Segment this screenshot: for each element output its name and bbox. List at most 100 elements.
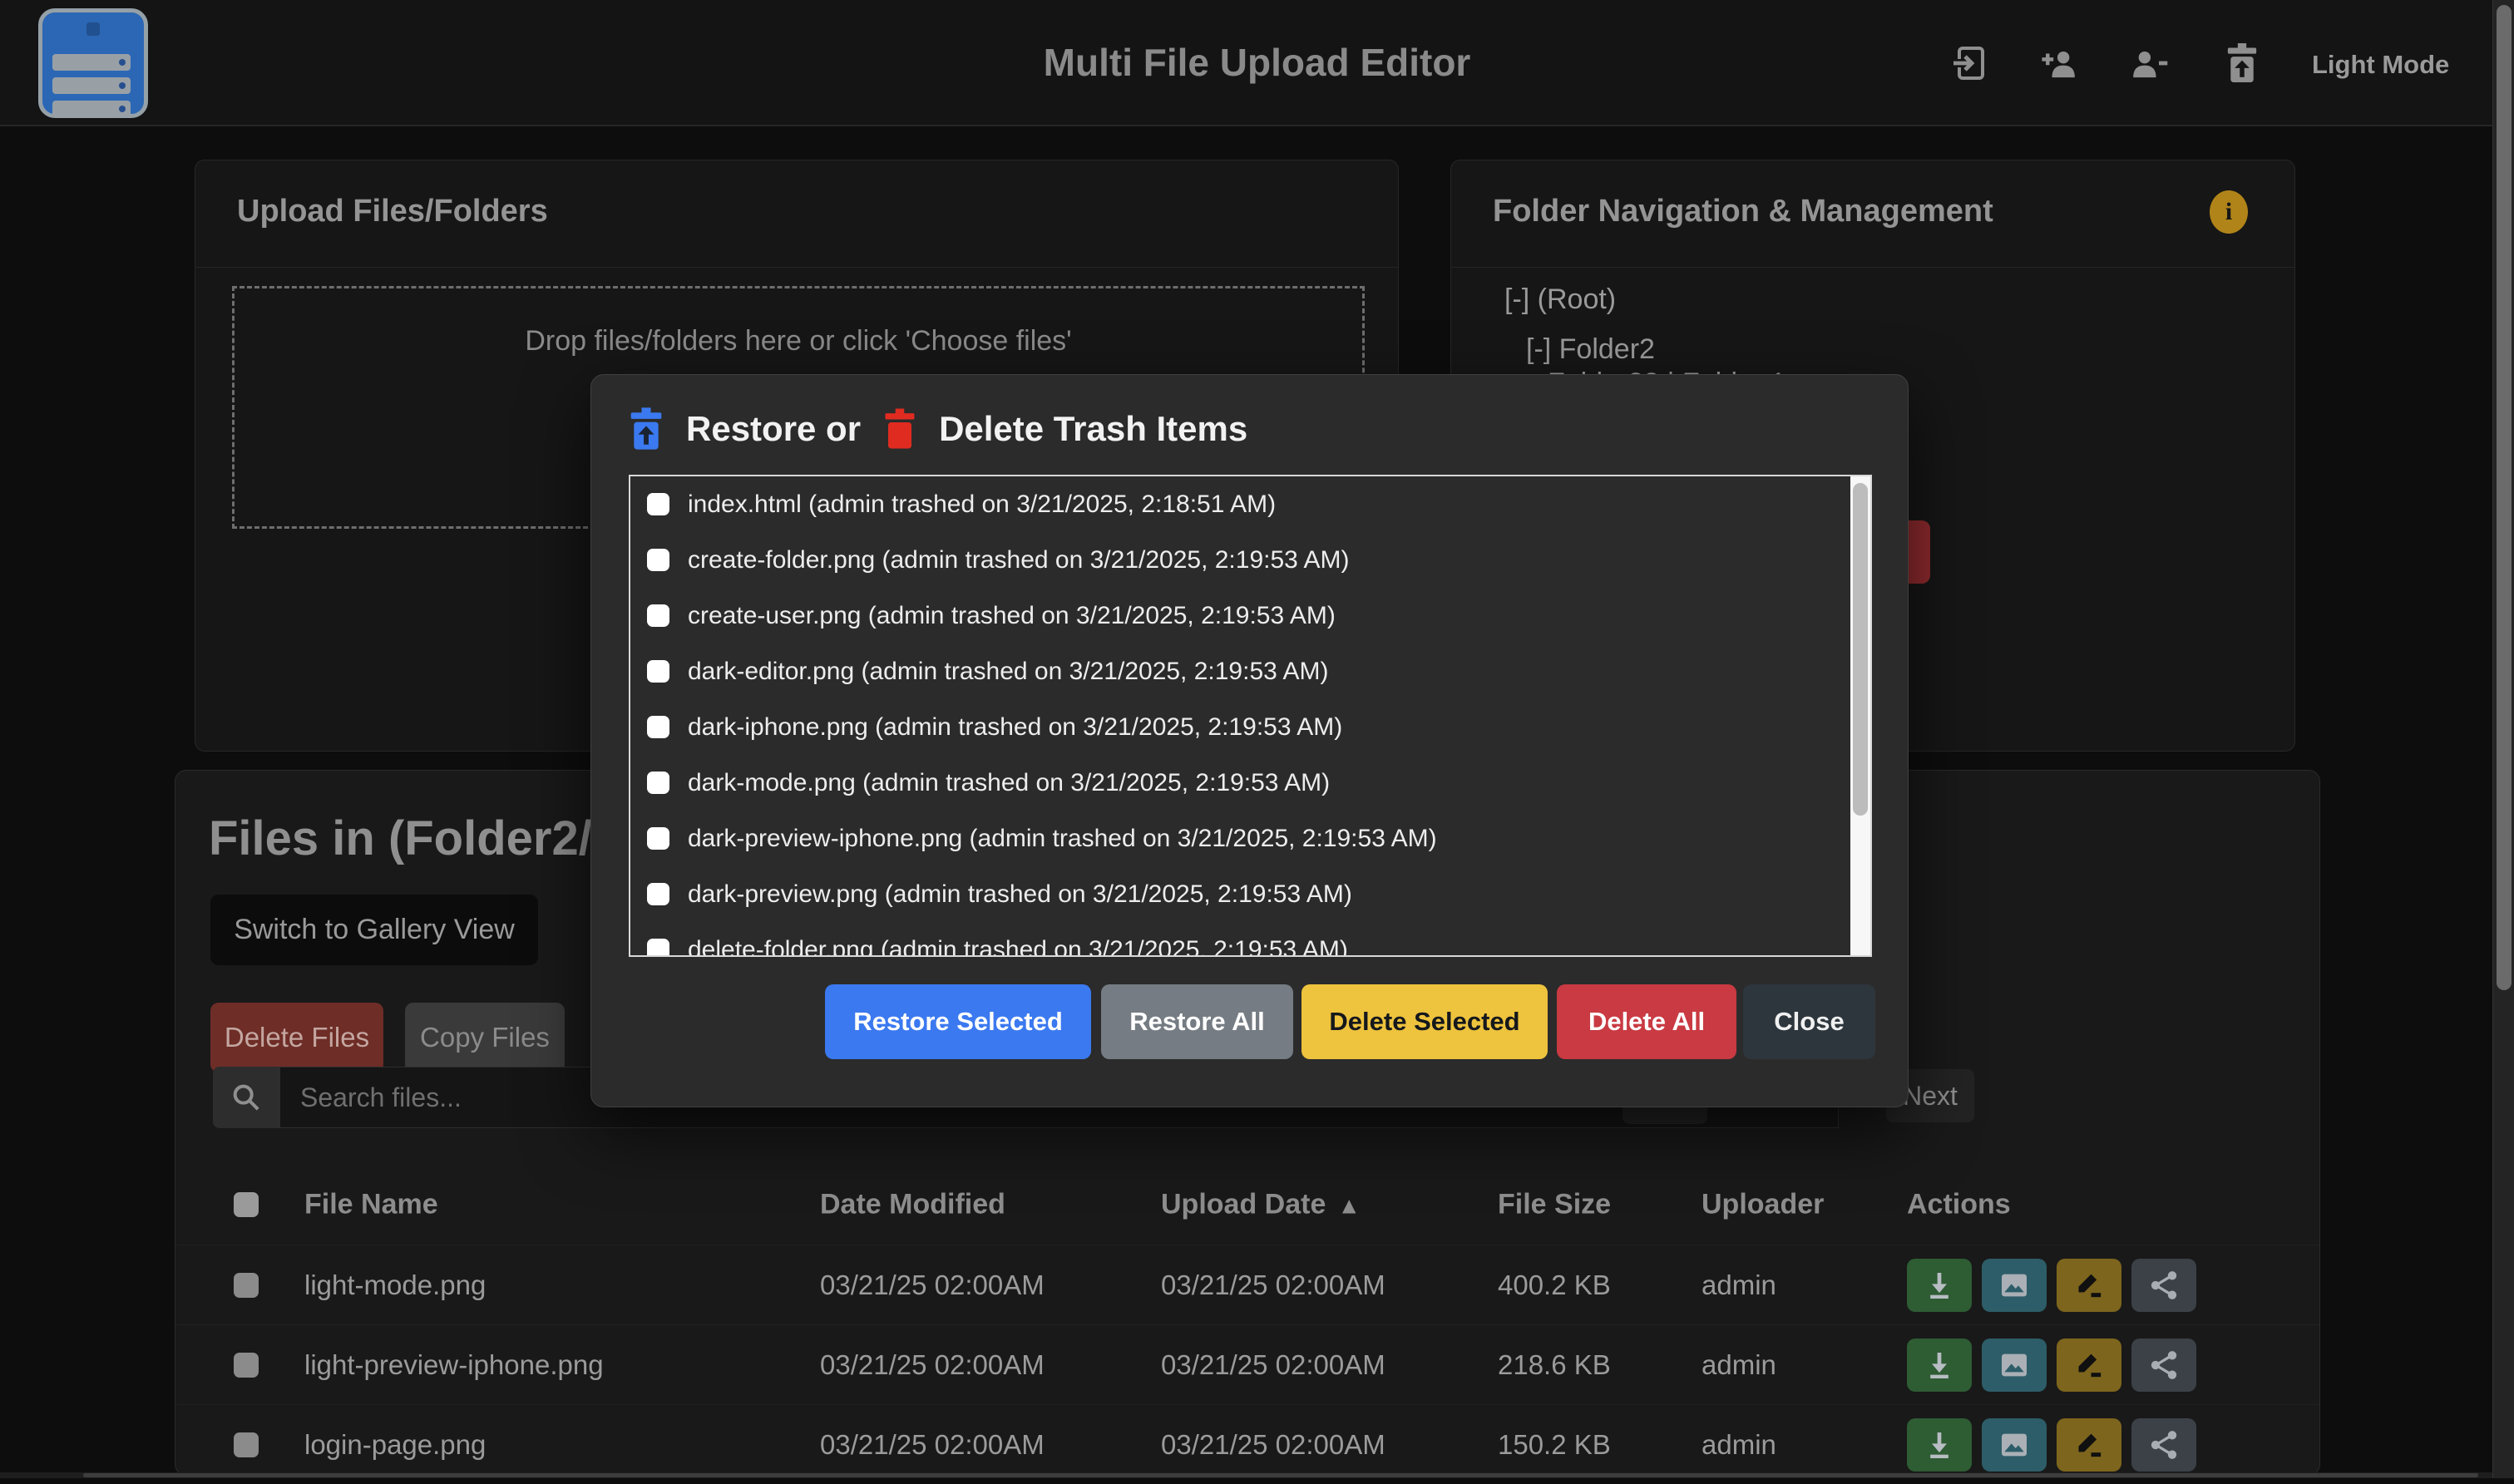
trash-list-item[interactable]: index.html (admin trashed on 3/21/2025, … bbox=[630, 476, 1870, 532]
col-upload-date[interactable]: Upload Date ▲ bbox=[1161, 1189, 1361, 1221]
item-label: dark-iphone.png (admin trashed on 3/21/2… bbox=[688, 713, 1342, 742]
login-icon[interactable] bbox=[1949, 43, 1989, 83]
trash-list-item[interactable]: dark-preview-iphone.png (admin trashed o… bbox=[630, 811, 1870, 866]
row-checkbox[interactable] bbox=[234, 1353, 259, 1378]
row-checkbox[interactable] bbox=[234, 1432, 259, 1457]
trash-list-item[interactable]: dark-mode.png (admin trashed on 3/21/202… bbox=[630, 755, 1870, 811]
edit-icon[interactable] bbox=[2057, 1418, 2121, 1472]
logo-bar bbox=[52, 77, 131, 94]
item-checkbox[interactable] bbox=[647, 827, 669, 850]
panel-divider bbox=[1451, 267, 2294, 268]
scrollbar-thumb[interactable] bbox=[83, 1473, 2478, 1477]
item-checkbox[interactable] bbox=[647, 549, 669, 571]
item-checkbox[interactable] bbox=[647, 939, 669, 957]
scrollbar-thumb[interactable] bbox=[1853, 483, 1868, 816]
item-checkbox[interactable] bbox=[647, 772, 669, 794]
switch-gallery-view-button[interactable]: Switch to Gallery View bbox=[210, 895, 538, 965]
close-button[interactable]: Close bbox=[1743, 984, 1875, 1059]
col-upload-date-label: Upload Date bbox=[1161, 1189, 1326, 1220]
uploader: admin bbox=[1702, 1270, 1776, 1301]
delete-all-button[interactable]: Delete All bbox=[1557, 984, 1736, 1059]
item-label: dark-preview-iphone.png (admin trashed o… bbox=[688, 825, 1437, 853]
trash-list-item[interactable]: dark-iphone.png (admin trashed on 3/21/2… bbox=[630, 699, 1870, 755]
files-section-title: Files in (Folder2/ bbox=[209, 811, 592, 866]
date-modified: 03/21/25 02:00AM bbox=[820, 1429, 1045, 1461]
restore-all-button[interactable]: Restore All bbox=[1101, 984, 1293, 1059]
trash-items-list: index.html (admin trashed on 3/21/2025, … bbox=[629, 475, 1872, 957]
image-icon[interactable] bbox=[1982, 1259, 2047, 1312]
share-icon[interactable] bbox=[2131, 1418, 2196, 1472]
item-checkbox[interactable] bbox=[647, 660, 669, 683]
sort-asc-icon: ▲ bbox=[1337, 1193, 1361, 1219]
item-label: dark-preview.png (admin trashed on 3/21/… bbox=[688, 880, 1352, 909]
restore-selected-button[interactable]: Restore Selected bbox=[825, 984, 1091, 1059]
trash-list-item[interactable]: dark-preview.png (admin trashed on 3/21/… bbox=[630, 866, 1870, 922]
upload-date: 03/21/25 02:00AM bbox=[1161, 1270, 1385, 1301]
select-all-checkbox[interactable] bbox=[234, 1192, 259, 1217]
col-file-size[interactable]: File Size bbox=[1498, 1189, 1611, 1221]
modal-list-scrollbar[interactable] bbox=[1850, 476, 1870, 955]
light-mode-toggle[interactable]: Light Mode bbox=[2312, 50, 2449, 80]
image-icon[interactable] bbox=[1982, 1418, 2047, 1472]
col-date-modified[interactable]: Date Modified bbox=[820, 1189, 1005, 1221]
page-scrollbar-horizontal[interactable] bbox=[0, 1472, 2492, 1478]
trash-list-item[interactable]: dark-editor.png (admin trashed on 3/21/2… bbox=[630, 643, 1870, 699]
copy-files-button[interactable]: Copy Files bbox=[405, 1003, 565, 1072]
file-size: 218.6 KB bbox=[1498, 1349, 1611, 1381]
restore-trash-icon bbox=[628, 406, 664, 452]
item-checkbox[interactable] bbox=[647, 604, 669, 627]
upload-date: 03/21/25 02:00AM bbox=[1161, 1349, 1385, 1381]
upload-panel-title: Upload Files/Folders bbox=[237, 194, 548, 229]
col-uploader[interactable]: Uploader bbox=[1702, 1189, 1824, 1221]
page-scrollbar-vertical[interactable] bbox=[2492, 0, 2514, 1478]
app-header: Multi File Upload Editor bbox=[0, 0, 2514, 126]
row-checkbox[interactable] bbox=[234, 1273, 259, 1298]
delete-selected-button[interactable]: Delete Selected bbox=[1301, 984, 1548, 1059]
date-modified: 03/21/25 02:00AM bbox=[820, 1349, 1045, 1381]
item-label: index.html (admin trashed on 3/21/2025, … bbox=[688, 491, 1276, 519]
item-label: dark-editor.png (admin trashed on 3/21/2… bbox=[688, 658, 1329, 686]
table-row: light-preview-iphone.png 03/21/25 02:00A… bbox=[175, 1324, 2319, 1404]
uploader: admin bbox=[1702, 1429, 1776, 1461]
file-size: 400.2 KB bbox=[1498, 1270, 1611, 1301]
tree-item-root[interactable]: [-] (Root) bbox=[1504, 283, 1616, 316]
info-icon[interactable]: i bbox=[2210, 190, 2248, 234]
share-icon[interactable] bbox=[2131, 1259, 2196, 1312]
date-modified: 03/21/25 02:00AM bbox=[820, 1270, 1045, 1301]
dropzone-label: Drop files/folders here or click 'Choose… bbox=[235, 325, 1362, 357]
panel-divider bbox=[195, 267, 1398, 268]
image-icon[interactable] bbox=[1982, 1339, 2047, 1392]
table-header: File Name Date Modified Upload Date ▲ Fil… bbox=[175, 1165, 2319, 1245]
share-icon[interactable] bbox=[2131, 1339, 2196, 1392]
delete-files-button[interactable]: Delete Files bbox=[210, 1003, 383, 1072]
edit-icon[interactable] bbox=[2057, 1259, 2121, 1312]
item-checkbox[interactable] bbox=[647, 883, 669, 905]
item-checkbox[interactable] bbox=[647, 716, 669, 738]
logo-square bbox=[86, 22, 100, 36]
download-icon[interactable] bbox=[1907, 1339, 1972, 1392]
trash-restore-icon[interactable] bbox=[2222, 43, 2262, 83]
app-logo-icon bbox=[38, 8, 148, 118]
download-icon[interactable] bbox=[1907, 1259, 1972, 1312]
item-label: dark-mode.png (admin trashed on 3/21/202… bbox=[688, 769, 1330, 797]
tree-item-folder2[interactable]: [-] Folder2 bbox=[1526, 333, 1655, 366]
item-checkbox[interactable] bbox=[647, 493, 669, 515]
remove-user-icon[interactable] bbox=[2129, 43, 2169, 83]
trash-list-item[interactable]: delete-folder.png (admin trashed on 3/21… bbox=[630, 922, 1870, 957]
add-user-icon[interactable] bbox=[2039, 43, 2079, 83]
modal-title-part2: Delete Trash Items bbox=[939, 409, 1247, 449]
file-name: login-page.png bbox=[304, 1429, 486, 1461]
uploader: admin bbox=[1702, 1349, 1776, 1381]
trash-list-item[interactable]: create-user.png (admin trashed on 3/21/2… bbox=[630, 588, 1870, 643]
modal-title: Restore or Delete Trash Items bbox=[628, 405, 1247, 453]
upload-date: 03/21/25 02:00AM bbox=[1161, 1429, 1385, 1461]
download-icon[interactable] bbox=[1907, 1418, 1972, 1472]
folder-panel-title: Folder Navigation & Management bbox=[1493, 194, 1993, 229]
col-actions: Actions bbox=[1907, 1189, 2011, 1221]
file-name: light-mode.png bbox=[304, 1270, 486, 1301]
item-label: create-user.png (admin trashed on 3/21/2… bbox=[688, 602, 1336, 630]
scrollbar-thumb[interactable] bbox=[2497, 5, 2512, 990]
edit-icon[interactable] bbox=[2057, 1339, 2121, 1392]
trash-list-item[interactable]: create-folder.png (admin trashed on 3/21… bbox=[630, 532, 1870, 588]
col-file-name[interactable]: File Name bbox=[304, 1189, 438, 1221]
